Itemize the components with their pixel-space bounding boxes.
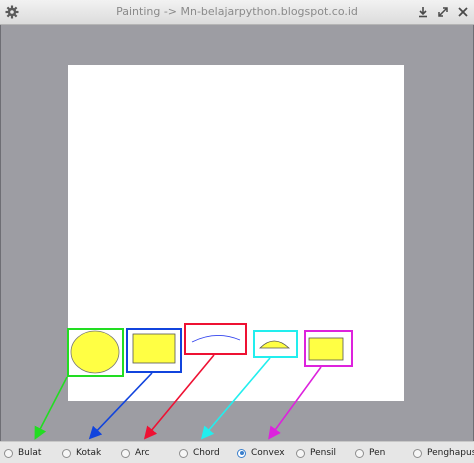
radio-label: Arc	[135, 448, 150, 458]
download-icon[interactable]	[414, 3, 432, 21]
radio-label: Pensil	[310, 448, 337, 458]
title-bar: Painting -> Mn-belajarpython.blogspot.co…	[0, 0, 474, 25]
radio-arc[interactable]: Arc	[121, 445, 150, 461]
radio-button-icon[interactable]	[121, 448, 130, 458]
drawing-canvas[interactable]	[68, 65, 404, 401]
radio-button-icon[interactable]	[237, 448, 246, 458]
radio-button-icon[interactable]	[355, 448, 364, 458]
radio-button-icon[interactable]	[296, 448, 305, 458]
radio-penghapus[interactable]: Penghapus	[413, 445, 474, 461]
radio-label: Pen	[369, 448, 386, 458]
radio-label: Bulat	[18, 448, 42, 458]
expand-icon[interactable]	[434, 3, 452, 21]
window-title: Painting -> Mn-belajarpython.blogspot.co…	[116, 5, 358, 18]
radio-label: Chord	[193, 448, 220, 458]
radio-pen[interactable]: Pen	[355, 445, 385, 461]
radio-convex[interactable]: Convex	[237, 445, 285, 461]
radio-bulat[interactable]: Bulat	[4, 445, 41, 461]
close-icon[interactable]	[454, 3, 472, 21]
radio-button-icon[interactable]	[179, 448, 188, 458]
radio-label: Kotak	[76, 448, 102, 458]
radio-kotak[interactable]: Kotak	[62, 445, 101, 461]
radio-button-icon[interactable]	[62, 448, 71, 458]
radio-button-icon[interactable]	[4, 448, 13, 458]
radio-label: Penghapus	[427, 448, 474, 458]
radio-label: Convex	[251, 448, 285, 458]
tool-selector-bar: Bulat Kotak Arc Chord Convex Pensil Pen …	[0, 441, 474, 463]
radio-pensil[interactable]: Pensil	[296, 445, 336, 461]
radio-button-icon[interactable]	[413, 448, 422, 458]
radio-chord[interactable]: Chord	[179, 445, 220, 461]
